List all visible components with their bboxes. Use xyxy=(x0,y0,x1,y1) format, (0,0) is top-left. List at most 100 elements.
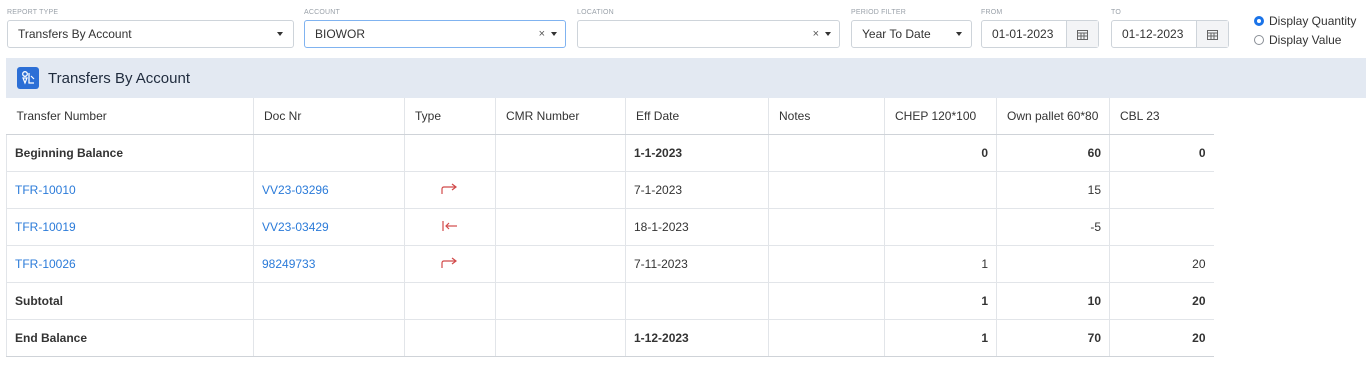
display-value-radio[interactable]: Display Value xyxy=(1254,33,1341,47)
cmr-cell xyxy=(495,208,626,246)
chevron-down-icon[interactable] xyxy=(825,32,831,36)
eff-date-cell: 1-1-2023 xyxy=(625,134,769,172)
clear-icon[interactable]: × xyxy=(539,28,545,40)
from-date-value: 01-01-2023 xyxy=(992,27,1054,41)
table-row: TFR-10010 VV23-03296 7-1-2023 15 xyxy=(6,171,1214,209)
doc-cell xyxy=(253,319,405,357)
cbl-cell: 20 xyxy=(1109,319,1214,357)
notes-cell xyxy=(768,208,885,246)
notes-cell xyxy=(768,134,885,172)
clear-icon[interactable]: × xyxy=(813,28,819,40)
account-value: BIOWOR xyxy=(315,27,365,41)
type-cell xyxy=(404,134,496,172)
notes-cell xyxy=(768,282,885,320)
doc-link[interactable]: VV23-03296 xyxy=(253,171,405,209)
report-icon xyxy=(17,67,39,89)
location-select[interactable]: × xyxy=(577,20,840,48)
cmr-cell xyxy=(495,171,626,209)
cbl-cell: 20 xyxy=(1109,245,1214,283)
transfer-link[interactable]: TFR-10026 xyxy=(6,245,254,283)
calendar-icon[interactable] xyxy=(1066,21,1098,47)
own-pallet-cell: 60 xyxy=(996,134,1110,172)
radio-unselected-icon[interactable] xyxy=(1254,35,1264,45)
account-label: ACCOUNT xyxy=(304,9,341,16)
location-label: LOCATION xyxy=(577,9,614,16)
from-label: FROM xyxy=(981,9,1003,16)
doc-link[interactable]: VV23-03429 xyxy=(253,208,405,246)
chevron-down-icon xyxy=(277,32,283,36)
to-label: TO xyxy=(1111,9,1121,16)
transfer-cell: Beginning Balance xyxy=(6,134,254,172)
incoming-transfer-icon xyxy=(442,220,457,231)
own-pallet-cell: 70 xyxy=(996,319,1110,357)
report-type-select[interactable]: Transfers By Account xyxy=(7,20,294,48)
doc-cell xyxy=(253,282,405,320)
transfer-cell: Subtotal xyxy=(6,282,254,320)
column-header-doc-nr[interactable]: Doc Nr xyxy=(253,98,405,135)
column-header-cbl[interactable]: CBL 23 xyxy=(1109,98,1214,135)
from-date-input[interactable]: 01-01-2023 xyxy=(981,20,1099,48)
type-cell xyxy=(404,208,496,246)
doc-link[interactable]: 98249733 xyxy=(253,245,405,283)
chevron-down-icon[interactable] xyxy=(551,32,557,36)
report-type-value: Transfers By Account xyxy=(18,27,132,41)
column-header-chep[interactable]: CHEP 120*100 xyxy=(884,98,997,135)
type-cell xyxy=(404,245,496,283)
chep-cell: 0 xyxy=(884,134,997,172)
transfer-cell: End Balance xyxy=(6,319,254,357)
type-cell xyxy=(404,319,496,357)
column-header-eff-date[interactable]: Eff Date xyxy=(625,98,769,135)
table-row-beginning-balance: Beginning Balance 1-1-2023 0 60 0 xyxy=(6,134,1214,172)
eff-date-cell: 1-12-2023 xyxy=(625,319,769,357)
notes-cell xyxy=(768,319,885,357)
cmr-cell xyxy=(495,319,626,357)
account-select[interactable]: BIOWOR × xyxy=(304,20,566,48)
transfer-link[interactable]: TFR-10010 xyxy=(6,171,254,209)
notes-cell xyxy=(768,245,885,283)
outgoing-transfer-icon xyxy=(441,257,457,268)
to-date-value: 01-12-2023 xyxy=(1122,27,1184,41)
type-cell xyxy=(404,171,496,209)
period-filter-select[interactable]: Year To Date xyxy=(851,20,972,48)
eff-date-cell: 7-1-2023 xyxy=(625,171,769,209)
chep-cell xyxy=(884,208,997,246)
chep-cell: 1 xyxy=(884,282,997,320)
table-row: TFR-10019 VV23-03429 18-1-2023 -5 xyxy=(6,208,1214,246)
chep-cell xyxy=(884,171,997,209)
column-header-notes[interactable]: Notes xyxy=(768,98,885,135)
to-date-input[interactable]: 01-12-2023 xyxy=(1111,20,1229,48)
table-header-row: Transfer Number Doc Nr Type CMR Number E… xyxy=(6,98,1214,135)
display-value-label: Display Value xyxy=(1269,33,1342,47)
cbl-cell xyxy=(1109,171,1214,209)
radio-selected-icon[interactable] xyxy=(1254,16,1264,26)
display-quantity-radio[interactable]: Display Quantity xyxy=(1254,14,1356,28)
column-header-transfer-number[interactable]: Transfer Number xyxy=(6,98,254,135)
report-header: Transfers By Account xyxy=(6,58,1366,98)
table-row-end-balance: End Balance 1-12-2023 1 70 20 xyxy=(6,319,1214,357)
column-header-type[interactable]: Type xyxy=(404,98,496,135)
type-cell xyxy=(404,282,496,320)
own-pallet-cell: -5 xyxy=(996,208,1110,246)
chep-cell: 1 xyxy=(884,319,997,357)
report-type-label: REPORT TYPE xyxy=(7,9,59,16)
doc-cell xyxy=(253,134,405,172)
chep-cell: 1 xyxy=(884,245,997,283)
eff-date-cell: 7-11-2023 xyxy=(625,245,769,283)
column-header-own-pallet[interactable]: Own pallet 60*80 xyxy=(996,98,1110,135)
period-filter-value: Year To Date xyxy=(862,27,931,41)
cbl-cell xyxy=(1109,208,1214,246)
table-row-subtotal: Subtotal 1 10 20 xyxy=(6,282,1214,320)
transfer-link[interactable]: TFR-10019 xyxy=(6,208,254,246)
cmr-cell xyxy=(495,134,626,172)
report-title: Transfers By Account xyxy=(48,69,191,87)
cbl-cell: 20 xyxy=(1109,282,1214,320)
column-header-cmr-number[interactable]: CMR Number xyxy=(495,98,626,135)
period-filter-label: PERIOD FILTER xyxy=(851,9,906,16)
cmr-cell xyxy=(495,282,626,320)
eff-date-cell: 18-1-2023 xyxy=(625,208,769,246)
own-pallet-cell: 10 xyxy=(996,282,1110,320)
transfers-table: Transfer Number Doc Nr Type CMR Number E… xyxy=(6,98,1214,357)
own-pallet-cell xyxy=(996,245,1110,283)
cbl-cell: 0 xyxy=(1109,134,1214,172)
calendar-icon[interactable] xyxy=(1196,21,1228,47)
